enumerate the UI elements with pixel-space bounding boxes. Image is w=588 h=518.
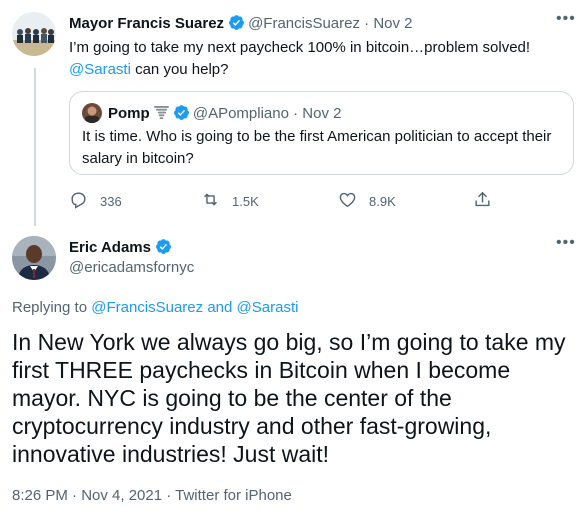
reply-icon [69,190,100,212]
mention-link[interactable]: @FrancisSuarez [91,299,203,316]
display-name[interactable]: Eric Adams [69,239,151,256]
tweet-timestamp[interactable]: 8:26 PM · Nov 4, 2021 · Twitter for iPho… [12,487,292,504]
separator: · [293,105,299,122]
handle[interactable]: @FrancisSuarez [248,15,360,32]
quoted-tweet-date: Nov 2 [302,105,342,122]
eric-adams-avatar[interactable] [12,236,56,280]
quoted-display-name: Pomp [108,105,150,122]
retweet-icon [201,190,232,212]
separator: · [364,15,370,32]
replying-to-label: Replying to [12,299,92,316]
tweet-text-end: can you help? [130,61,229,78]
tornado-icon [153,105,169,122]
tweet-text-start: I’m going to take my next paycheck 100% … [69,39,531,56]
quoted-tweet-text: It is time. Who is going to be the first… [82,128,552,167]
tweet-author: Eric Adams [69,238,175,259]
reply-button[interactable]: 336 [69,190,122,212]
replying-and-label: and [203,299,237,316]
tweet-text: In New York we always go big, so I’m goi… [12,329,566,467]
mention-link[interactable]: @Sarasti [69,61,131,78]
tweet-header: Mayor Francis Suarez @FrancisSuarez · Nov… [69,14,413,35]
like-button[interactable]: 8.9K [338,190,396,212]
tweet-text: I’m going to take my next paycheck 100% … [69,37,569,81]
retweet-button[interactable]: 1.5K [201,190,259,212]
handle[interactable]: @ericadamsfornyc [69,259,194,276]
like-count: 8.9K [369,193,396,209]
heart-icon [338,190,369,212]
quoted-tweet-header: Pomp @APompliano · Nov 2 [108,104,341,125]
francis-suarez-avatar[interactable] [12,12,56,56]
more-options-icon[interactable]: ••• [556,234,576,252]
tweet-date[interactable]: Nov 2 [373,15,412,32]
share-button[interactable] [473,190,504,212]
verified-badge-icon [173,104,190,125]
quoted-tweet-card[interactable]: Pomp @APompliano · Nov 2 It is time. Who… [69,91,574,175]
share-icon [473,190,504,212]
more-options-icon[interactable]: ••• [556,10,576,28]
thread-connector-line [34,68,36,226]
replying-to-line: Replying to @FrancisSuarez and @Sarasti [12,299,298,316]
retweet-count: 1.5K [232,193,259,209]
quoted-handle: @APompliano [192,105,289,122]
tweet-action-bar: 336 1.5K 8.9K [69,190,509,212]
pomp-avatar [82,103,102,123]
verified-badge-icon [155,238,172,259]
display-name[interactable]: Mayor Francis Suarez [69,15,224,32]
verified-badge-icon [228,14,245,35]
reply-count: 336 [100,193,122,209]
mention-link[interactable]: @Sarasti [237,299,299,316]
